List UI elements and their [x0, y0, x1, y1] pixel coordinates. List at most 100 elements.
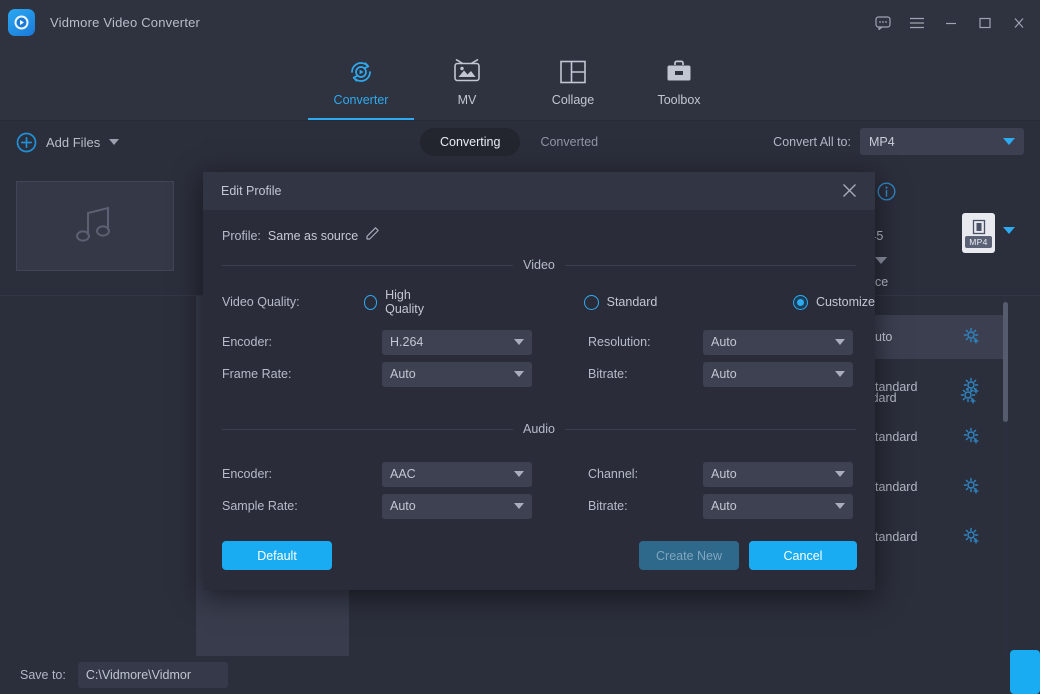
- audio-section-header: Audio: [222, 422, 856, 436]
- tab-toolbox[interactable]: Toolbox: [626, 44, 732, 120]
- chevron-down-icon: [514, 371, 524, 377]
- music-note-icon: [68, 199, 122, 254]
- status-tabs: Converting Converted: [420, 128, 618, 156]
- tab-collage-label: Collage: [552, 93, 594, 107]
- audio-samplerate-value: Auto: [390, 499, 416, 513]
- radio-icon: [584, 295, 599, 310]
- default-button[interactable]: Default: [222, 541, 332, 570]
- title-bar: Vidmore Video Converter: [0, 0, 1040, 45]
- audio-channel-label: Channel:: [588, 467, 703, 481]
- tab-toolbox-label: Toolbox: [657, 93, 700, 107]
- gear-plus-icon[interactable]: [963, 527, 980, 549]
- chevron-down-icon[interactable]: [109, 139, 119, 145]
- minimize-icon[interactable]: [934, 0, 968, 45]
- convert-all-label: Convert All to:: [773, 135, 851, 149]
- menu-icon[interactable]: [900, 0, 934, 45]
- audio-encoder-label: Encoder:: [222, 467, 382, 481]
- hidden-row-quality: uto: [875, 330, 892, 344]
- convert-all-button[interactable]: [1010, 650, 1040, 694]
- tab-converting[interactable]: Converting: [420, 128, 520, 156]
- maximize-icon[interactable]: [968, 0, 1002, 45]
- chevron-down-icon: [835, 471, 845, 477]
- audio-section-label: Audio: [523, 422, 555, 436]
- chevron-down-icon[interactable]: [875, 257, 887, 264]
- radio-standard[interactable]: Standard: [584, 295, 658, 310]
- pencil-icon[interactable]: [365, 226, 380, 246]
- feedback-icon[interactable]: [866, 0, 900, 45]
- file-thumbnail: [16, 181, 174, 271]
- video-bitrate-select[interactable]: Auto: [703, 362, 853, 387]
- create-new-button[interactable]: Create New: [639, 541, 739, 570]
- edit-profile-dialog: Edit Profile Profile: Same as source Vid…: [203, 172, 875, 590]
- radio-icon: [793, 295, 808, 310]
- tab-mv[interactable]: MV: [414, 44, 520, 120]
- video-framerate-row: Frame Rate: Auto Bitrate: Auto: [222, 358, 875, 390]
- radio-high-quality[interactable]: High Quality: [364, 288, 445, 316]
- tab-converted[interactable]: Converted: [520, 128, 618, 156]
- chevron-down-icon: [835, 339, 845, 345]
- chevron-down-icon[interactable]: [1003, 227, 1015, 234]
- toolbox-icon: [665, 57, 693, 87]
- video-encoder-value: H.264: [390, 335, 423, 349]
- radio-customize[interactable]: Customize: [793, 295, 875, 310]
- radio-icon: [364, 295, 377, 310]
- collage-icon: [559, 57, 587, 87]
- video-encoder-label: Encoder:: [222, 335, 382, 349]
- chevron-down-icon: [514, 503, 524, 509]
- audio-bitrate-select[interactable]: Auto: [703, 494, 853, 519]
- video-resolution-value: Auto: [711, 335, 737, 349]
- hidden-format-rows: ce uto tandard tandard tandard tandard: [875, 283, 1003, 583]
- close-icon[interactable]: [840, 181, 859, 205]
- profile-value: Same as source: [268, 229, 358, 243]
- scrollbar-thumb[interactable]: [1003, 302, 1008, 422]
- hidden-row-quality: ce: [875, 275, 888, 289]
- radio-high-quality-label: High Quality: [385, 288, 444, 316]
- video-encoder-row: Encoder: H.264 Resolution: Auto: [222, 326, 875, 358]
- audio-bitrate-label: Bitrate:: [588, 499, 703, 513]
- tab-converter[interactable]: Converter: [308, 44, 414, 120]
- dialog-header: Edit Profile: [203, 172, 875, 210]
- video-resolution-label: Resolution:: [588, 335, 703, 349]
- cancel-button[interactable]: Cancel: [749, 541, 857, 570]
- file-format-badge[interactable]: MP4: [962, 213, 995, 253]
- add-files-button[interactable]: Add Files: [16, 132, 119, 153]
- video-section-label: Video: [523, 258, 555, 272]
- gear-plus-icon[interactable]: [963, 427, 980, 449]
- hidden-row-quality: tandard: [875, 430, 917, 444]
- chevron-down-icon: [514, 471, 524, 477]
- audio-channel-select[interactable]: Auto: [703, 462, 853, 487]
- divider: [565, 429, 856, 430]
- tab-mv-label: MV: [458, 93, 477, 107]
- video-resolution-select[interactable]: Auto: [703, 330, 853, 355]
- dialog-footer: Default Create New Cancel: [203, 524, 875, 590]
- gear-plus-icon[interactable]: [963, 377, 980, 399]
- save-to-path[interactable]: C:\Vidmore\Vidmor: [78, 662, 228, 688]
- divider: [222, 429, 513, 430]
- save-to-label: Save to:: [20, 668, 66, 682]
- audio-encoder-select[interactable]: AAC: [382, 462, 532, 487]
- audio-bitrate-value: Auto: [711, 499, 737, 513]
- hidden-row-quality: tandard: [875, 380, 917, 394]
- convert-all-select[interactable]: MP4: [860, 128, 1024, 155]
- audio-encoder-value: AAC: [390, 467, 416, 481]
- video-framerate-select[interactable]: Auto: [382, 362, 532, 387]
- chevron-down-icon: [835, 371, 845, 377]
- hidden-row-quality: tandard: [875, 480, 917, 494]
- app-title: Vidmore Video Converter: [50, 15, 200, 30]
- gear-plus-icon[interactable]: [963, 477, 980, 499]
- radio-standard-label: Standard: [607, 295, 658, 309]
- audio-samplerate-select[interactable]: Auto: [382, 494, 532, 519]
- info-icon[interactable]: [877, 182, 896, 206]
- audio-channel-value: Auto: [711, 467, 737, 481]
- tab-collage[interactable]: Collage: [520, 44, 626, 120]
- mv-icon: [452, 57, 482, 87]
- main-nav: Converter MV Collage: [0, 45, 1040, 121]
- converter-icon: [346, 57, 376, 87]
- bottom-bar: Save to: C:\Vidmore\Vidmor: [0, 656, 1040, 694]
- gear-plus-icon[interactable]: [963, 327, 980, 349]
- close-icon[interactable]: [1002, 0, 1036, 45]
- app-window: Vidmore Video Converter: [0, 0, 1040, 694]
- dialog-title: Edit Profile: [221, 184, 281, 198]
- divider: [565, 265, 856, 266]
- video-encoder-select[interactable]: H.264: [382, 330, 532, 355]
